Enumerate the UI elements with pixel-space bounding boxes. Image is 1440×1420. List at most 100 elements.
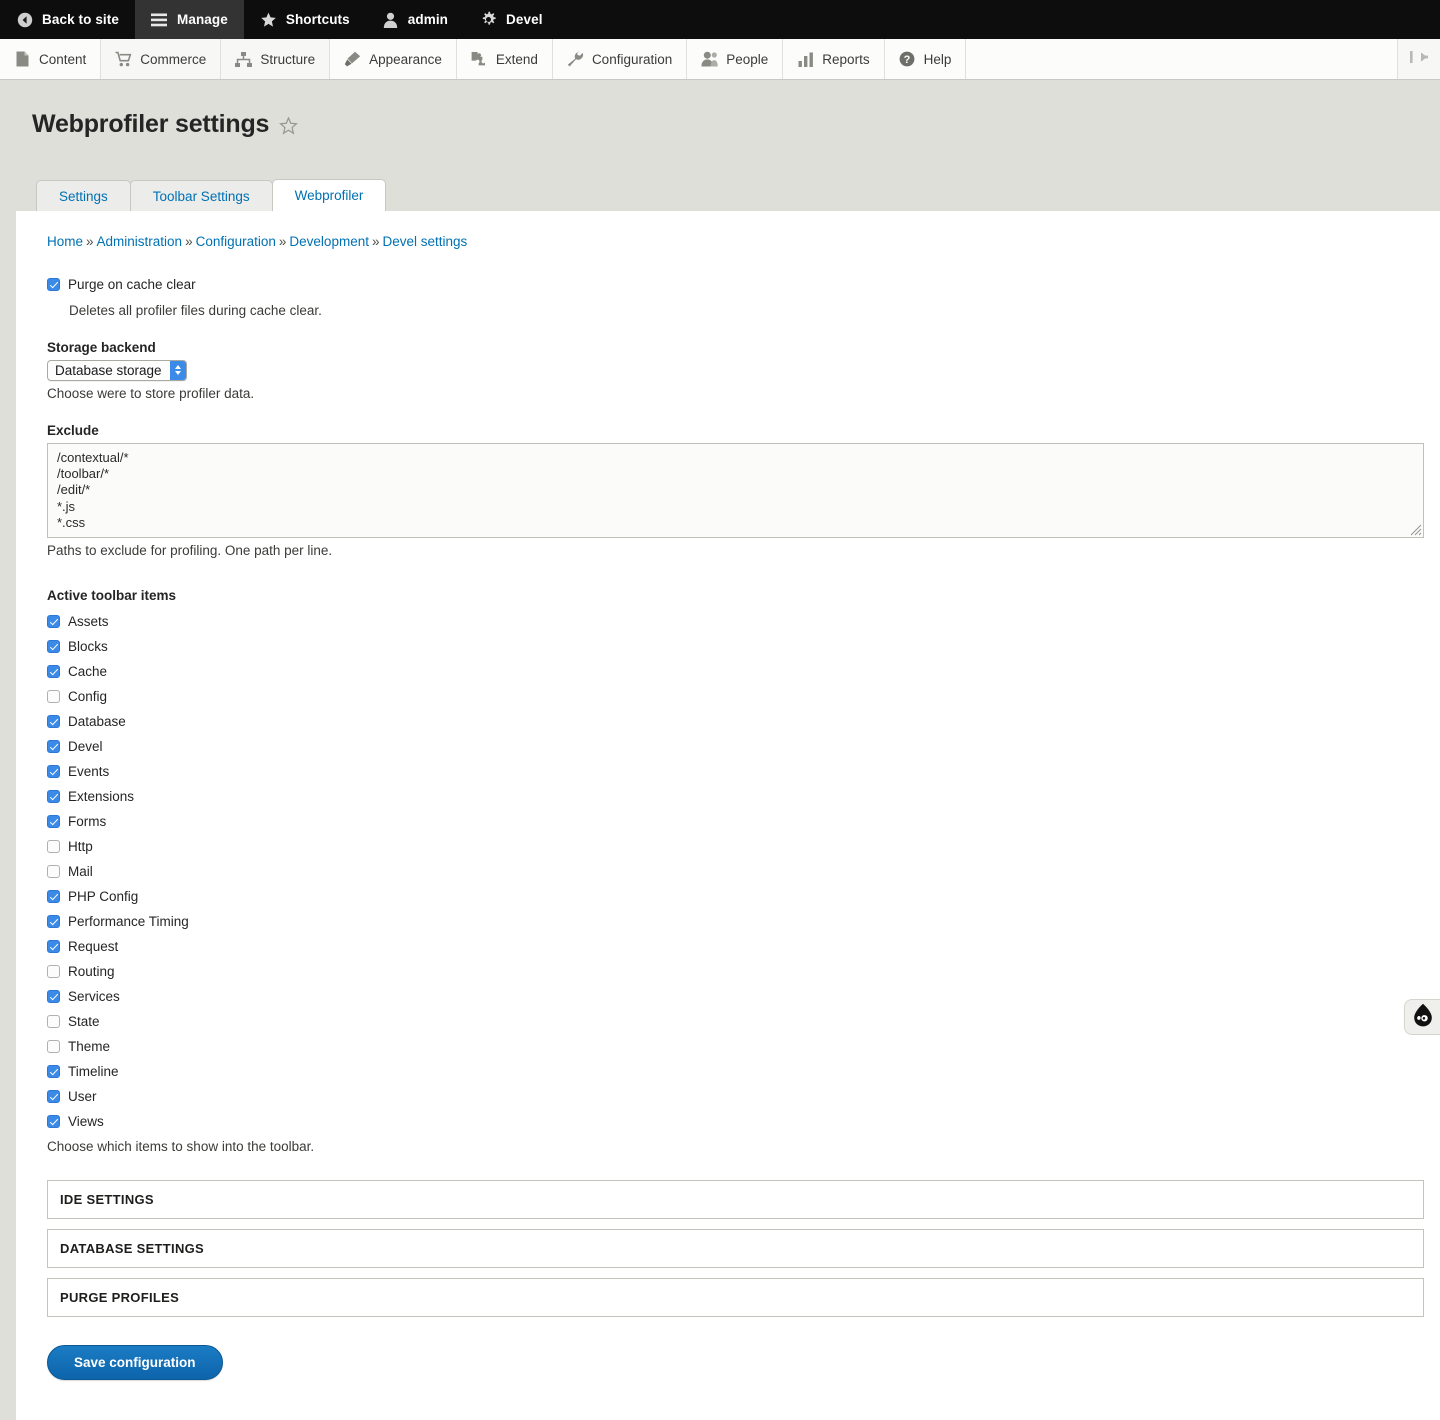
- storage-backend-select[interactable]: Database storage: [47, 360, 187, 381]
- toolbar-item-checkbox-row[interactable]: Config: [47, 684, 1424, 709]
- breadcrumb-link-administration[interactable]: Administration: [97, 234, 183, 249]
- toolbar-item-checkbox-row[interactable]: Routing: [47, 959, 1424, 984]
- toolbar-item-checkbox-row[interactable]: Http: [47, 834, 1424, 859]
- tray-item-people[interactable]: People: [687, 39, 783, 79]
- toolbar-item-checkbox[interactable]: [47, 715, 60, 728]
- wrench-icon: [567, 51, 584, 68]
- toolbar-item-admin-user[interactable]: admin: [366, 0, 464, 39]
- breadcrumb-link-development[interactable]: Development: [289, 234, 369, 249]
- tray-item-structure[interactable]: Structure: [221, 39, 330, 79]
- toolbar-item-checkbox-label[interactable]: State: [68, 1015, 100, 1029]
- toolbar-item-checkbox[interactable]: [47, 815, 60, 828]
- toolbar-item-checkbox[interactable]: [47, 940, 60, 953]
- toolbar-item-checkbox[interactable]: [47, 640, 60, 653]
- toolbar-item-checkbox-row[interactable]: State: [47, 1009, 1424, 1034]
- toolbar-item-checkbox-label[interactable]: Config: [68, 690, 107, 704]
- tray-item-configuration[interactable]: Configuration: [553, 39, 687, 79]
- purge-on-cache-clear-label[interactable]: Purge on cache clear: [68, 278, 196, 292]
- tray-item-appearance[interactable]: Appearance: [330, 39, 457, 79]
- toolbar-item-checkbox[interactable]: [47, 1090, 60, 1103]
- toolbar-orientation-toggle[interactable]: [1398, 39, 1440, 79]
- tab-webprofiler[interactable]: Webprofiler: [272, 179, 387, 212]
- toolbar-item-checkbox-label[interactable]: Database: [68, 715, 126, 729]
- toolbar-item-checkbox-row[interactable]: Views: [47, 1109, 1424, 1134]
- toolbar-item-checkbox-label[interactable]: Devel: [68, 740, 103, 754]
- star-outline-icon[interactable]: [279, 117, 298, 135]
- toolbar-item-checkbox-row[interactable]: Mail: [47, 859, 1424, 884]
- save-configuration-button[interactable]: Save configuration: [47, 1345, 223, 1380]
- toolbar-item-checkbox[interactable]: [47, 665, 60, 678]
- tray-item-extend[interactable]: Extend: [457, 39, 553, 79]
- toolbar-item-checkbox[interactable]: [47, 865, 60, 878]
- toolbar-item-checkbox-label[interactable]: Request: [68, 940, 118, 954]
- toolbar-item-checkbox[interactable]: [47, 740, 60, 753]
- toolbar-item-checkbox[interactable]: [47, 915, 60, 928]
- toolbar-item-checkbox-label[interactable]: Views: [68, 1115, 104, 1129]
- toolbar-item-checkbox-row[interactable]: Devel: [47, 734, 1424, 759]
- toolbar-item-checkbox-label[interactable]: Services: [68, 990, 120, 1004]
- breadcrumb-link-home[interactable]: Home: [47, 234, 83, 249]
- toolbar-item-checkbox[interactable]: [47, 965, 60, 978]
- toolbar-item-checkbox-label[interactable]: Theme: [68, 1040, 110, 1054]
- tray-item-reports[interactable]: Reports: [783, 39, 884, 79]
- toolbar-item-checkbox[interactable]: [47, 765, 60, 778]
- purge-on-cache-clear-row[interactable]: Purge on cache clear: [47, 272, 1424, 297]
- toolbar-item-checkbox-label[interactable]: Http: [68, 840, 93, 854]
- toolbar-item-checkbox-row[interactable]: Services: [47, 984, 1424, 1009]
- toolbar-item-checkbox[interactable]: [47, 890, 60, 903]
- exclude-textarea[interactable]: /contextual/* /toolbar/* /edit/* *.js *.…: [47, 443, 1424, 538]
- toolbar-item-checkbox-row[interactable]: User: [47, 1084, 1424, 1109]
- tray-item-commerce[interactable]: Commerce: [101, 39, 221, 79]
- toolbar-item-checkbox[interactable]: [47, 1065, 60, 1078]
- tab-settings[interactable]: Settings: [36, 180, 131, 212]
- toolbar-item-checkbox-row[interactable]: Extensions: [47, 784, 1424, 809]
- tray-item-help[interactable]: ? Help: [885, 39, 967, 79]
- details-ide-settings[interactable]: IDE SETTINGS: [47, 1180, 1424, 1219]
- details-purge-profiles[interactable]: PURGE PROFILES: [47, 1278, 1424, 1317]
- toolbar-item-manage[interactable]: Manage: [135, 0, 244, 39]
- toolbar-item-checkbox-row[interactable]: Forms: [47, 809, 1424, 834]
- toolbar-item-checkbox-row[interactable]: Cache: [47, 659, 1424, 684]
- toolbar-item-checkbox[interactable]: [47, 1115, 60, 1128]
- toolbar-item-checkbox[interactable]: [47, 1015, 60, 1028]
- toolbar-item-checkbox-label[interactable]: Events: [68, 765, 109, 779]
- purge-on-cache-clear-checkbox[interactable]: [47, 278, 60, 291]
- toolbar-item-checkbox-row[interactable]: Events: [47, 759, 1424, 784]
- webprofiler-droplet-tab[interactable]: [1404, 999, 1440, 1035]
- toolbar-item-checkbox-row[interactable]: Request: [47, 934, 1424, 959]
- toolbar-item-checkbox-label[interactable]: Routing: [68, 965, 115, 979]
- toolbar-item-checkbox[interactable]: [47, 840, 60, 853]
- toolbar-item-checkbox-row[interactable]: PHP Config: [47, 884, 1424, 909]
- toolbar-item-checkbox-row[interactable]: Database: [47, 709, 1424, 734]
- toolbar-item-checkbox[interactable]: [47, 615, 60, 628]
- toolbar-item-devel[interactable]: Devel: [464, 0, 559, 39]
- content-region: Home»Administration»Configuration»Develo…: [16, 211, 1440, 1420]
- tray-item-content[interactable]: Content: [0, 39, 101, 79]
- toolbar-item-back-to-site[interactable]: Back to site: [0, 0, 135, 39]
- toolbar-item-checkbox[interactable]: [47, 1040, 60, 1053]
- breadcrumb-link-devel-settings[interactable]: Devel settings: [382, 234, 467, 249]
- toolbar-item-checkbox[interactable]: [47, 990, 60, 1003]
- toolbar-item-checkbox-label[interactable]: Forms: [68, 815, 106, 829]
- breadcrumb-link-configuration[interactable]: Configuration: [196, 234, 276, 249]
- tab-toolbar-settings[interactable]: Toolbar Settings: [130, 180, 273, 212]
- toolbar-item-checkbox-label[interactable]: Performance Timing: [68, 915, 189, 929]
- toolbar-item-checkbox-label[interactable]: Extensions: [68, 790, 134, 804]
- toolbar-item-checkbox-label[interactable]: User: [68, 1090, 97, 1104]
- toolbar-item-checkbox-row[interactable]: Assets: [47, 609, 1424, 634]
- toolbar-item-checkbox-label[interactable]: Blocks: [68, 640, 108, 654]
- toolbar-item-checkbox-label[interactable]: Timeline: [68, 1065, 119, 1079]
- toolbar-item-checkbox-label[interactable]: Assets: [68, 615, 109, 629]
- toolbar-item-checkbox-label[interactable]: PHP Config: [68, 890, 138, 904]
- toolbar-item-checkbox-row[interactable]: Theme: [47, 1034, 1424, 1059]
- toolbar-item-checkbox-row[interactable]: Blocks: [47, 634, 1424, 659]
- toolbar-item-checkbox-row[interactable]: Timeline: [47, 1059, 1424, 1084]
- toolbar-item-checkbox-label[interactable]: Cache: [68, 665, 107, 679]
- toolbar-item-checkbox-row[interactable]: Performance Timing: [47, 909, 1424, 934]
- toolbar-item-shortcuts[interactable]: Shortcuts: [244, 0, 366, 39]
- toolbar-item-checkbox[interactable]: [47, 790, 60, 803]
- toolbar-item-checkbox[interactable]: [47, 690, 60, 703]
- toolbar-item-label: admin: [408, 12, 448, 27]
- details-database-settings[interactable]: DATABASE SETTINGS: [47, 1229, 1424, 1268]
- toolbar-item-checkbox-label[interactable]: Mail: [68, 865, 93, 879]
